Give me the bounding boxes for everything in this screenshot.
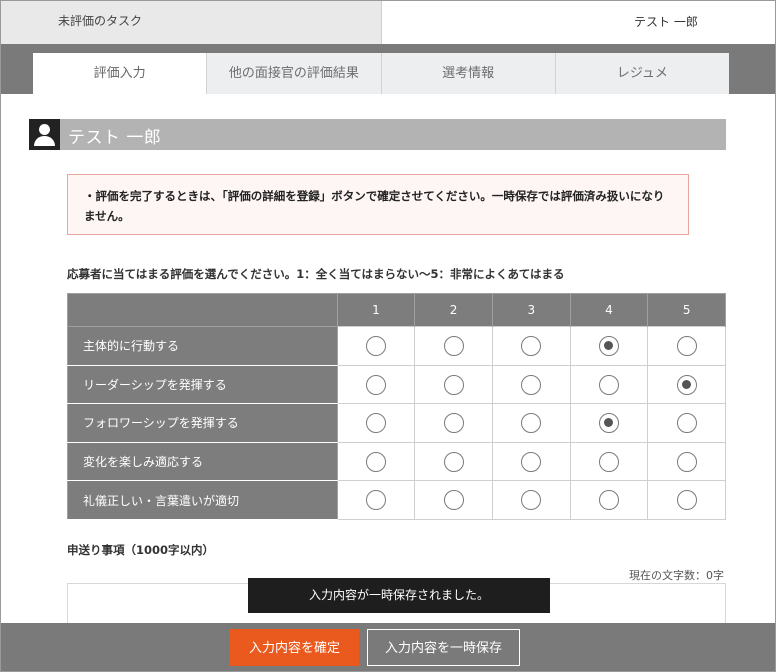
rating-radio-3[interactable]: [521, 336, 542, 357]
criterion-row: 礼儀正しい・言葉遣いが適切: [67, 480, 726, 520]
tab-bar: 評価入力 他の面接官の評価結果 選考情報 レジュメ: [33, 53, 729, 94]
rating-cell: [569, 403, 649, 443]
rating-cell: [647, 364, 726, 405]
rating-radio-3[interactable]: [521, 451, 542, 472]
rating-cell: [569, 480, 649, 520]
temp-save-button[interactable]: 入力内容を一時保存: [367, 629, 520, 666]
rating-radio-3[interactable]: [521, 374, 542, 395]
tab-resume[interactable]: レジュメ: [555, 53, 729, 94]
rating-cell: [336, 441, 416, 482]
rating-cell: [569, 441, 649, 482]
rating-radio-5[interactable]: [676, 374, 697, 395]
rating-radio-3[interactable]: [521, 490, 542, 511]
rating-radio-1[interactable]: [365, 336, 386, 357]
rating-radio-4[interactable]: [598, 336, 619, 357]
rating-radio-2[interactable]: [443, 413, 464, 434]
rating-cell: [647, 441, 726, 482]
rating-cell: [569, 326, 649, 366]
app-frame: 未評価のタスク テスト 一郎 評価入力 他の面接官の評価結果 選考情報 レジュメ…: [0, 0, 776, 672]
rating-radio-2[interactable]: [443, 374, 464, 395]
tab-evaluation-input[interactable]: 評価入力: [33, 53, 208, 94]
header-blank-cell: [67, 293, 338, 327]
rating-radio-5[interactable]: [676, 336, 697, 357]
rating-radio-4[interactable]: [598, 374, 619, 395]
rating-cell: [491, 364, 571, 405]
rating-radio-2[interactable]: [443, 336, 464, 357]
tab-other-interviewers[interactable]: 他の面接官の評価結果: [207, 53, 382, 94]
rating-radio-2[interactable]: [443, 451, 464, 472]
rating-cell: [491, 326, 571, 366]
rating-cell: [336, 326, 416, 366]
rating-cell: [647, 403, 726, 443]
rating-radio-1[interactable]: [365, 490, 386, 511]
rating-cell: [336, 403, 416, 443]
confirm-button[interactable]: 入力内容を確定: [230, 629, 359, 666]
scale-header-row: 1 2 3 4 5: [67, 293, 726, 327]
candidate-name: テスト 一郎: [68, 128, 162, 148]
rating-radio-5[interactable]: [676, 490, 697, 511]
criterion-label: フォロワーシップを発揮する: [67, 403, 338, 443]
rating-radio-5[interactable]: [676, 413, 697, 434]
criterion-row: フォロワーシップを発揮する: [67, 403, 726, 443]
notice-box: ・評価を完了するときは、「評価の詳細を登録」ボタンで確定させてください。一時保存…: [67, 174, 689, 235]
rating-radio-4[interactable]: [598, 490, 619, 511]
rating-cell: [414, 403, 493, 443]
evaluation-instruction: 応募者に当てはまる評価を選んでください。1：全く当てはまらない～5：非常によくあ…: [67, 267, 565, 281]
scale-header-2: 2: [414, 293, 493, 327]
top-strip: 未評価のタスク テスト 一郎: [1, 1, 775, 44]
rating-radio-5[interactable]: [676, 451, 697, 472]
criterion-label: 主体的に行動する: [67, 326, 338, 366]
save-toast: 入力内容が一時保存されました。: [248, 578, 550, 613]
rating-radio-1[interactable]: [365, 374, 386, 395]
task-list-header[interactable]: 未評価のタスク: [1, 1, 382, 44]
rating-cell: [336, 480, 416, 520]
rating-cell: [414, 441, 493, 482]
rating-cell: [491, 403, 571, 443]
rating-cell: [414, 326, 493, 366]
evaluation-grid: 1 2 3 4 5 主体的に行動する リーダーシップを発揮する フォロワーシップを発…: [67, 293, 726, 520]
rating-radio-4[interactable]: [598, 451, 619, 472]
criterion-label: 変化を楽しみ適応する: [67, 441, 338, 482]
criterion-label: 礼儀正しい・言葉遣いが適切: [67, 480, 338, 520]
notes-label: 申送り事項（1000字以内）: [67, 543, 215, 557]
candidate-title-bar: テスト 一郎: [29, 119, 726, 150]
criterion-row: 主体的に行動する: [67, 326, 726, 366]
rating-radio-3[interactable]: [521, 413, 542, 434]
criterion-row: リーダーシップを発揮する: [67, 364, 726, 405]
rating-cell: [569, 364, 649, 405]
rating-radio-1[interactable]: [365, 413, 386, 434]
scale-header-3: 3: [491, 293, 571, 327]
rating-cell: [414, 364, 493, 405]
scale-header-4: 4: [569, 293, 649, 327]
rating-cell: [491, 480, 571, 520]
rating-cell: [491, 441, 571, 482]
rating-radio-1[interactable]: [365, 451, 386, 472]
rating-cell: [647, 480, 726, 520]
scale-header-5: 5: [647, 293, 726, 327]
tab-selection-info[interactable]: 選考情報: [381, 53, 556, 94]
rating-cell: [414, 480, 493, 520]
char-count: 現在の文字数：0字: [629, 569, 724, 582]
scale-header-1: 1: [336, 293, 416, 327]
rating-cell: [336, 364, 416, 405]
criterion-label: リーダーシップを発揮する: [67, 364, 338, 405]
rating-cell: [647, 326, 726, 366]
candidate-header: テスト 一郎: [634, 15, 698, 29]
rating-radio-4[interactable]: [598, 413, 619, 434]
rating-radio-2[interactable]: [443, 490, 464, 511]
criterion-row: 変化を楽しみ適応する: [67, 441, 726, 482]
person-icon: [29, 119, 60, 150]
